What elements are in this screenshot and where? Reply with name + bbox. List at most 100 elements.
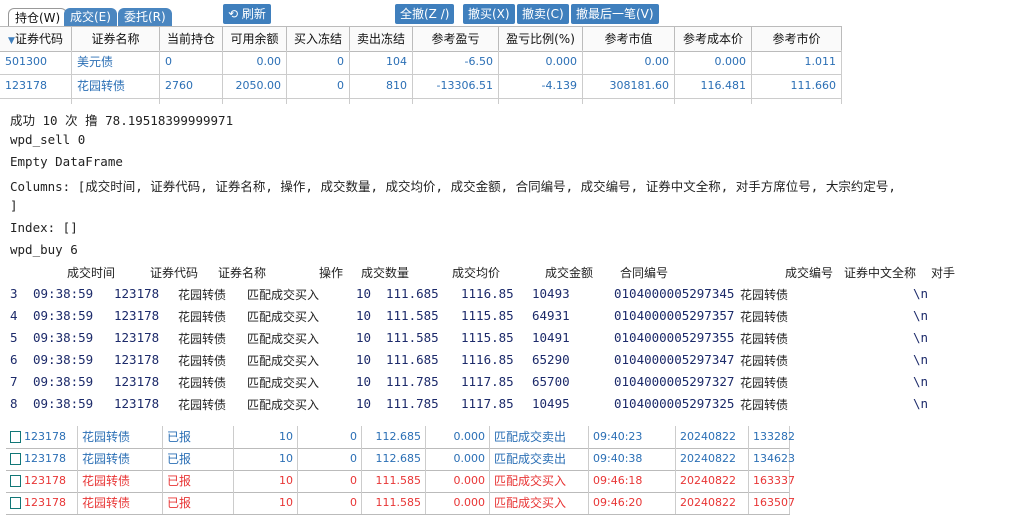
console-line: wpd_buy 6 (10, 242, 78, 257)
order-cell-text: 09:46:18 (593, 474, 643, 487)
order-cell-text: 134623 (753, 452, 795, 465)
column-header[interactable]: 参考成本价 (675, 27, 752, 51)
column-header[interactable]: ▼证券代码 (0, 27, 72, 51)
order-cell: 0 (298, 426, 362, 448)
console-line: wpd_sell 0 (10, 132, 86, 147)
order-cell-text: 花园转债 (82, 496, 131, 510)
console-table-cell: 0104000005297355 (614, 330, 735, 345)
row-checkbox[interactable] (10, 475, 21, 487)
order-cell-text: 已报 (167, 496, 192, 510)
cancel-sell-button[interactable]: 撤卖(C) (517, 4, 569, 24)
holdings-header: ▼证券代码 证券名称 当前持仓 可用余额 买入冻结 卖出冻结 参考盈亏 盈亏比例(%) 参考市值… (0, 26, 842, 52)
order-cell-text: 09:40:23 (593, 430, 643, 443)
order-cell-text: 112.685 (375, 452, 422, 465)
order-cell: 花园转债 (78, 426, 163, 448)
order-cell-text: 10 (279, 474, 293, 487)
order-row[interactable]: 123178 花园转债 已报 10 0 111.585 0.000 匹配成交买入 09:46:1… (6, 470, 795, 493)
tab-holdings[interactable]: 持仓(W) (8, 8, 68, 27)
order-row[interactable]: 123178 花园转债 已报 10 0 111.585 0.000 匹配成交买入 09:46:2… (6, 492, 795, 515)
table-cell: -4.139 (499, 74, 583, 98)
tab-trades[interactable]: 成交(E) (64, 8, 117, 26)
console-table-cell: 匹配成交买入 (247, 398, 320, 412)
order-cell: 匹配成交卖出 (490, 448, 589, 470)
console-table-cell: 123178 (114, 308, 160, 323)
order-cell-text: 匹配成交买入 (494, 474, 567, 488)
console-table-header: 操作 (319, 266, 344, 280)
console-table-cell: 花园转债 (740, 376, 789, 390)
table-cell (0, 98, 72, 104)
order-cell: 0.000 (426, 470, 490, 492)
table-cell (72, 98, 160, 104)
column-header[interactable]: 卖出冻结 (350, 27, 413, 51)
console-table-cell: 0104000005297325 (614, 396, 735, 411)
column-header[interactable]: 证券名称 (72, 27, 160, 51)
console-table-cell: 1115.85 (461, 330, 514, 345)
column-header[interactable]: 参考盈亏 (413, 27, 499, 51)
console-table-cell: 花园转债 (178, 310, 227, 324)
order-row[interactable]: 123178 花园转债 已报 10 0 112.685 0.000 匹配成交卖出 09:40:3… (6, 448, 795, 471)
table-cell: 308181.60 (583, 74, 675, 98)
console-table-cell: 5 (10, 330, 18, 345)
cancel-last-button[interactable]: 撤最后一笔(V) (571, 4, 659, 24)
order-cell-text: 0.000 (453, 496, 486, 509)
order-cell: 123178 (6, 426, 78, 448)
order-cell-text: 已报 (167, 430, 192, 444)
column-header[interactable]: 可用余额 (223, 27, 287, 51)
cancel-all-button[interactable]: 全撤(Z /) (395, 4, 455, 24)
cancel-buy-button[interactable]: 撤买(X) (463, 4, 515, 24)
console-table-cell: 花园转债 (178, 332, 227, 346)
table-cell: 2760 (160, 74, 223, 98)
order-cell: 123178 (6, 492, 78, 514)
table-row[interactable]: 501300 美元债 0 0.00 0 104 -6.50 0.000 0.00 0.000 1.0… (0, 50, 842, 75)
table-row[interactable]: 123178 花园转债 2760 2050.00 0 810 -13306.51 -4.139… (0, 74, 842, 99)
console-table-cell: 匹配成交买入 (247, 332, 320, 346)
sort-desc-icon[interactable]: ▼ (8, 36, 15, 46)
console-table-cell: 111.585 (386, 308, 439, 323)
order-cell-text: 0.000 (453, 452, 486, 465)
console-table-cell: 111.685 (386, 286, 439, 301)
order-cell-text: 匹配成交买入 (494, 496, 567, 510)
console-table-cell: 6 (10, 352, 18, 367)
row-checkbox[interactable] (10, 497, 21, 509)
console-table-cell: 10495 (532, 396, 570, 411)
console-table-cell: 匹配成交买入 (247, 354, 320, 368)
order-cell: 匹配成交买入 (490, 492, 589, 514)
column-header[interactable]: 参考市价 (752, 27, 842, 51)
console-line: 成功 10 次 撸 78.19518399999971 (10, 113, 234, 128)
refresh-button[interactable]: ⟲ 刷新 (223, 4, 271, 24)
console-table-header: 对手 (931, 266, 956, 280)
order-cell-text: 匹配成交卖出 (494, 430, 567, 444)
order-cell-text: 花园转债 (82, 452, 131, 466)
console-table-cell: \n (913, 308, 929, 323)
table-cell: 0 (160, 50, 223, 74)
order-cell: 10 (234, 492, 298, 514)
order-cell: 10 (234, 426, 298, 448)
row-checkbox[interactable] (10, 431, 21, 443)
order-row[interactable]: 123178 花园转债 已报 10 0 112.685 0.000 匹配成交卖出 09:40:2… (6, 426, 795, 449)
console-table-cell: 匹配成交买入 (247, 288, 320, 302)
console-table-cell: \n (913, 396, 929, 411)
console-table-cell: 花园转债 (178, 376, 227, 390)
console-table-cell: 8 (10, 396, 18, 411)
tab-orders[interactable]: 委托(R) (118, 8, 172, 26)
console-table-cell: \n (913, 374, 929, 389)
console-table-header: 成交均价 (452, 266, 501, 280)
order-cell: 已报 (163, 470, 234, 492)
column-header[interactable]: 买入冻结 (287, 27, 350, 51)
table-cell: 810 (350, 74, 413, 98)
order-cell-text: 已报 (167, 474, 192, 488)
console-table-cell: 111.785 (386, 374, 439, 389)
row-checkbox[interactable] (10, 453, 21, 465)
order-cell-text: 20240822 (680, 452, 736, 465)
console-table-cell: 0104000005297327 (614, 374, 735, 389)
order-cell-text: 花园转债 (82, 430, 131, 444)
table-cell: 0 (287, 74, 350, 98)
console-table-cell: 65290 (532, 352, 570, 367)
console-table-cell: \n (913, 330, 929, 345)
column-header[interactable]: 盈亏比例(%) (499, 27, 583, 51)
column-header[interactable]: 参考市值 (583, 27, 675, 51)
order-cell: 20240822 (676, 426, 749, 448)
column-header[interactable]: 当前持仓 (160, 27, 223, 51)
order-cell: 已报 (163, 492, 234, 514)
holdings-panel: 持仓(W) 成交(E) 委托(R) ⟲ 刷新 全撤(Z /) 撤买(X) 撤卖(… (0, 0, 842, 104)
